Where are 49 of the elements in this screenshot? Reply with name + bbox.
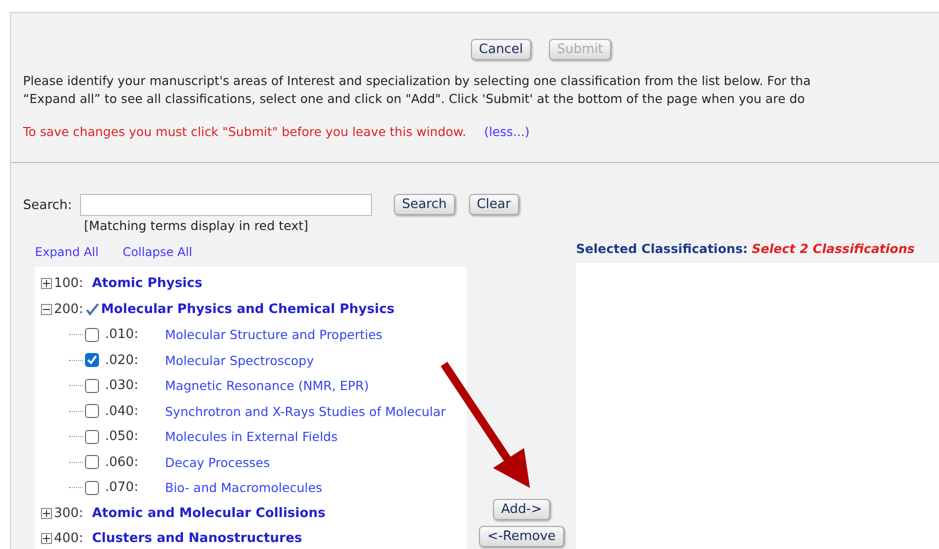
category-link[interactable]: Atomic Physics (92, 276, 202, 292)
checkbox[interactable] (85, 404, 99, 418)
category-link[interactable]: Atomic and Molecular Collisions (92, 506, 326, 521)
subcategory-code: .050: (105, 429, 140, 444)
expand-icon[interactable] (41, 508, 52, 519)
instruction-text: “Expand all” to see all classifications, select one and click on "Add". Click 'Submit' at the bottom of the page when you are do (23, 90, 806, 108)
selection-note: Select 2 Classifications (752, 241, 915, 258)
collapse-icon[interactable] (41, 304, 52, 315)
checkbox[interactable] (85, 328, 99, 342)
tree-link[interactable]: Expand All (35, 245, 99, 259)
expand-icon[interactable] (41, 533, 52, 544)
checkbox[interactable] (85, 430, 99, 444)
subcategory-link[interactable]: Molecular Spectroscopy (165, 352, 314, 368)
subcategory-link[interactable]: Molecular Structure and Properties (165, 327, 382, 342)
subcategory-code: .010: (105, 327, 140, 342)
add-button[interactable]: Add-> (493, 499, 550, 520)
search-button[interactable]: Search (394, 194, 455, 215)
subcategory-link[interactable]: Magnetic Resonance (NMR, EPR) (165, 378, 369, 394)
subcategory-link[interactable]: Synchrotron and X-Rays Studies of Molecular (165, 404, 446, 419)
subcategory-link[interactable]: Decay Processes (165, 454, 270, 470)
checkbox[interactable] (85, 378, 99, 393)
tree-link[interactable]: Collapse All (122, 245, 192, 259)
search-field[interactable] (80, 194, 372, 216)
search-label: Search: (23, 198, 72, 213)
checkbox[interactable] (85, 353, 99, 368)
expand-icon[interactable] (41, 278, 52, 290)
search-hint: [Matching terms display in red text] (84, 218, 310, 233)
less-link[interactable]: (less...) (484, 124, 530, 139)
subcategory-code: .040: (105, 404, 140, 419)
checkbox[interactable] (85, 455, 99, 470)
remove-button[interactable]: <-Remove (479, 526, 564, 547)
subcategory-link[interactable]: Molecules in External Fields (165, 429, 338, 444)
category-link[interactable]: Clusters and Nanostructures (92, 531, 302, 546)
category-code: 400: (54, 531, 84, 546)
warning-text: To save changes you must click "Submit" before you leave this window. (23, 124, 466, 139)
subcategory-link[interactable]: Bio- and Macromolecules (165, 480, 322, 496)
subcategory-code: .070: (105, 480, 140, 496)
category-code: 300: (54, 506, 84, 521)
instruction-text: Please identify your manuscript's areas of Interest and specialization by selecting one classification from the list below. For tha (23, 72, 812, 90)
category-link[interactable]: Molecular Physics and Chemical Physics (101, 302, 395, 317)
checkbox[interactable] (85, 480, 99, 495)
category-code: 100: (54, 276, 84, 292)
selected-label: Selected Classifications: (576, 241, 748, 258)
category-code: 200: (54, 302, 84, 317)
subcategory-code: .060: (105, 454, 140, 470)
action-button[interactable]: Cancel (470, 39, 531, 60)
subcategory-code: .020: (105, 352, 140, 368)
search-button[interactable]: Clear (468, 194, 519, 215)
subcategory-code: .030: (105, 378, 140, 394)
